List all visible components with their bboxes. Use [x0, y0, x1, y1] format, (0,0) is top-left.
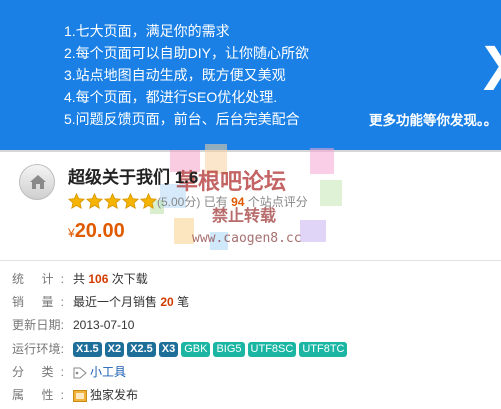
- rating-score: (5.00分): [157, 195, 201, 209]
- star-icon: [104, 193, 121, 209]
- star-icon: [68, 193, 85, 209]
- category-link[interactable]: 小工具: [90, 365, 126, 379]
- env-tag-gbk[interactable]: GBK: [181, 342, 211, 358]
- rating-count: 94: [231, 195, 245, 209]
- exclusive-icon: [73, 389, 87, 402]
- more-features-text: 更多功能等你发现。。: [369, 113, 498, 128]
- rating-prefix: 已有: [203, 195, 228, 209]
- tag-icon: [73, 367, 87, 379]
- sales-count: 20: [160, 295, 174, 309]
- product-title: 超级关于我们 1.6: [68, 168, 199, 187]
- stats-label: 统 计:: [12, 272, 64, 286]
- rating-summary: (5.00分) 已有 94 个站点评分: [157, 193, 308, 210]
- card-divider: [0, 260, 501, 261]
- env-tag-x2[interactable]: X2: [104, 342, 125, 358]
- env-tag-x3[interactable]: X3: [158, 342, 179, 358]
- stats-suffix: 次下载: [111, 272, 148, 286]
- attribute-text: 独家发布: [90, 388, 139, 402]
- feature-line-2: 2.每个页面可以自助DIY，让你随心所欲: [64, 45, 310, 61]
- star-icon: [86, 193, 103, 209]
- feature-line-3: 3.站点地图自动生成，既方便又美观: [64, 67, 286, 83]
- env-tag-x2-5[interactable]: X2.5: [127, 342, 156, 358]
- environment-tags: X1.5 X2 X2.5 X3 GBK BIG5 UTF8SC UTF8TC: [73, 339, 350, 359]
- env-tag-utf8tc[interactable]: UTF8TC: [299, 342, 348, 358]
- category-label: 分 类:: [12, 365, 64, 379]
- environment-label: 运行环境:: [12, 342, 64, 356]
- feature-line-5: 5.问题反馈页面，前台、后台完美配合: [64, 111, 300, 127]
- feature-line-1: 1.七大页面，满足你的需求: [64, 23, 230, 39]
- updated-date: 2013-07-10: [73, 318, 135, 332]
- env-tag-utf8sc[interactable]: UTF8SC: [247, 342, 297, 358]
- price-currency: ¥: [68, 226, 75, 240]
- updated-label: 更新日期:: [12, 318, 64, 332]
- env-tag-big5[interactable]: BIG5: [213, 342, 245, 358]
- stats-prefix: 共: [73, 272, 86, 286]
- env-tag-x1-5[interactable]: X1.5: [73, 342, 102, 358]
- feature-list: 1.七大页面，满足你的需求 2.每个页面可以自助DIY，让你随心所欲 3.站点地…: [64, 20, 309, 130]
- category-value: 小工具: [73, 362, 126, 382]
- attribute-label: 属 性:: [12, 388, 64, 402]
- download-count: 106: [88, 272, 109, 286]
- product-card: 超级关于我们 1.6 (5.00分) 已有 94 个站点评分 ¥20.00: [12, 156, 501, 260]
- sales-value: 最近一个月销售 20 笔: [73, 292, 189, 312]
- product-price: ¥20.00: [68, 220, 125, 243]
- rating-suffix: 个站点评分: [247, 195, 308, 209]
- home-icon: [30, 175, 46, 189]
- price-amount: 20.00: [74, 220, 125, 242]
- banner-arrow-glyph: X: [483, 36, 501, 100]
- promo-banner[interactable]: 1.七大页面，满足你的需求 2.每个页面可以自助DIY，让你随心所欲 3.站点地…: [0, 0, 501, 150]
- feature-line-4: 4.每个页面，都进行SEO优化处理.: [64, 89, 278, 105]
- star-icon: [140, 193, 157, 209]
- rating-stars: [68, 193, 158, 209]
- stats-value: 共 106 次下载: [73, 269, 148, 289]
- sales-label: 销 量:: [12, 295, 64, 309]
- star-icon: [122, 193, 139, 209]
- sales-suffix: 笔: [177, 295, 190, 309]
- home-button[interactable]: [19, 164, 55, 200]
- attribute-value: 独家发布: [73, 385, 138, 405]
- sales-prefix: 最近一个月销售: [73, 295, 158, 309]
